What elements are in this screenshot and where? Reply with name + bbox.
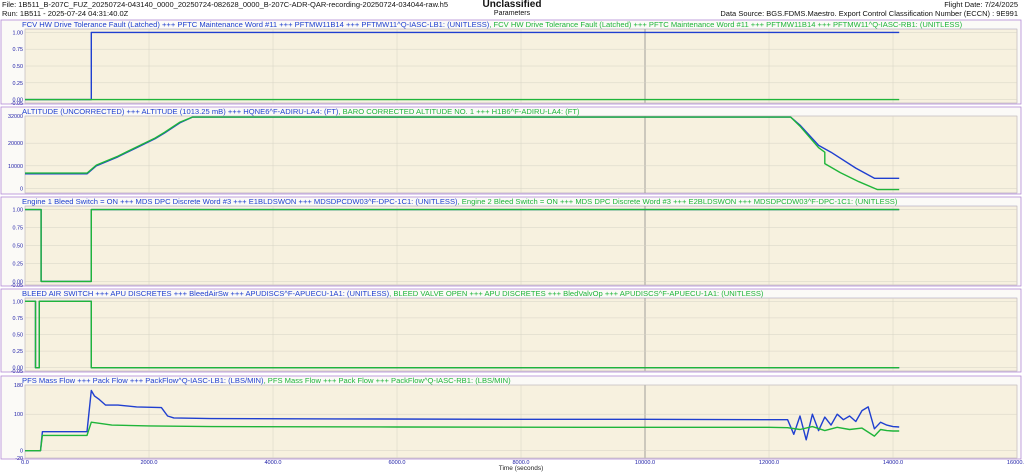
panel-title: ALTITUDE (UNCORRECTED) +++ ALTITUDE (101…: [22, 107, 580, 116]
y-tick-label: 32000: [8, 114, 23, 120]
y-tick-label: 0.25: [13, 261, 24, 267]
x-tick-label: 0.0: [21, 460, 29, 466]
panel-title: BLEED AIR SWITCH +++ APU DISCRETES +++ B…: [22, 289, 764, 298]
series-label-blue: Engine 1 Bleed Switch = ON +++ MDS DPC D…: [22, 197, 458, 206]
y-tick-label: 20000: [8, 141, 23, 147]
x-axis-title: Time (seconds): [499, 465, 544, 472]
series-label-green: , FCV HW Drive Tolerance Fault (Latched)…: [489, 20, 962, 29]
x-tick-label: 12000.0: [759, 460, 779, 466]
chart-panel-2: 32000 20000 10000 0 ALTITUDE (UNCORRECTED) +…: [0, 106, 1022, 195]
chart-panel-3: 1.000.750.500.250.00-0.05Engine 1 Bleed …: [0, 196, 1022, 289]
y-tick-label: -0.05: [11, 369, 23, 375]
y-tick-label: 0.50: [13, 333, 24, 339]
chart-panel-4: 1.000.750.500.250.00-0.05BLEED AIR SWITC…: [0, 288, 1022, 375]
y-tick-label: 0.25: [13, 81, 24, 87]
series-label-blue: BLEED AIR SWITCH +++ APU DISCRETES +++ B…: [22, 289, 390, 298]
x-tick-label: 6000.0: [388, 460, 405, 466]
y-tick-label: 0.75: [13, 47, 24, 53]
panel-title: PFS Mass Flow +++ Pack Flow +++ PackFlow…: [22, 376, 511, 385]
chart-panel-5: 1801000-20PFS Mass Flow +++ Pack Flow ++…: [0, 375, 1022, 462]
series-label-blue: PFS Mass Flow +++ Pack Flow +++ PackFlow…: [22, 376, 264, 385]
x-tick-label: 10000.0: [635, 460, 655, 466]
series-label-blue: FCV HW Drive Tolerance Fault (Latched) +…: [22, 20, 490, 29]
y-tick-label: 0: [20, 186, 23, 192]
y-tick-label: 0.50: [13, 244, 24, 250]
y-tick-label: 1.00: [13, 208, 24, 214]
x-tick-label: 16000.0: [1007, 460, 1024, 466]
y-tick-label: 0: [20, 449, 23, 455]
y-tick-label: 1.00: [13, 30, 24, 36]
panel-title: FCV HW Drive Tolerance Fault (Latched) +…: [22, 20, 963, 29]
x-tick-label: 2000.0: [140, 460, 157, 466]
series-label-green: , Engine 2 Bleed Switch = ON +++ MDS DPC…: [458, 197, 898, 206]
parameter-charts: 1.00 0.75 0.50 0.25 0.0 0 -0.05 FCV HW Drive To…: [0, 19, 1024, 472]
series-label-green: , BLEED VALVE OPEN +++ APU DISCRETES +++…: [389, 289, 764, 298]
y-tick-label: 0.50: [13, 64, 24, 70]
series-label-green: , BARO CORRECTED ALTITUDE NO. 1 +++ H1B6…: [338, 107, 580, 116]
x-tick-label: 4000.0: [264, 460, 281, 466]
series-label-blue: ALTITUDE (UNCORRECTED) +++ ALTITUDE (101…: [22, 107, 339, 116]
y-tick-label: 0.75: [13, 316, 24, 322]
y-tick-label: 10000: [8, 164, 23, 170]
y-tick-label: 0.25: [13, 349, 24, 355]
y-tick-label: 1.00: [13, 299, 24, 305]
chart-panel-1: 1.000.750.500.250.00-0.05FCV HW Drive To…: [0, 19, 1022, 107]
x-tick-label: 14000.0: [883, 460, 903, 466]
series-label-green: , PFS Mass Flow +++ Pack Flow +++ PackFl…: [264, 376, 512, 385]
y-tick-label: 0.75: [13, 226, 24, 232]
panel-title: Engine 1 Bleed Switch = ON +++ MDS DPC D…: [22, 197, 898, 206]
y-tick-label: 100: [14, 412, 23, 418]
